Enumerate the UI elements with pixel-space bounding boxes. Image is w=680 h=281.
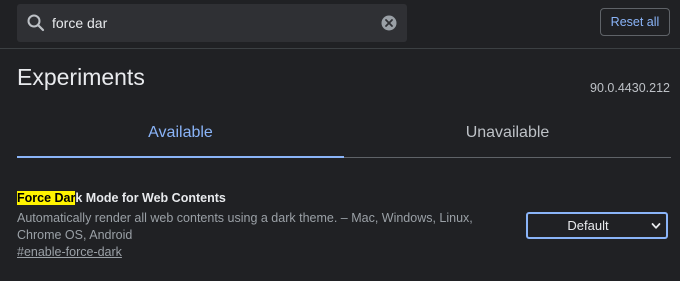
experiment-title: Force Dark Mode for Web Contents [17, 190, 671, 206]
experiment-item: Force Dark Mode for Web Contents Automat… [17, 190, 671, 259]
search-icon [27, 14, 45, 32]
top-bar: Reset all [0, 0, 680, 49]
version-label: 90.0.4430.212 [590, 81, 670, 95]
tab-available[interactable]: Available [17, 110, 344, 158]
search-box[interactable] [17, 4, 407, 42]
experiment-permalink[interactable]: #enable-force-dark [17, 245, 122, 259]
search-input[interactable] [52, 8, 372, 38]
experiment-description: Automatically render all web contents us… [17, 211, 473, 242]
experiment-title-rest: k Mode for Web Contents [75, 191, 226, 205]
chevron-down-icon [651, 223, 661, 229]
tab-unavailable[interactable]: Unavailable [344, 110, 671, 157]
select-value: Default [567, 218, 609, 233]
clear-icon[interactable] [381, 15, 397, 31]
reset-all-button[interactable]: Reset all [600, 8, 670, 36]
tab-bar: Available Unavailable [17, 110, 671, 158]
experiment-state-select[interactable]: Default [526, 212, 668, 239]
search-highlight: Force Dar [17, 191, 76, 205]
page-title: Experiments [17, 64, 145, 90]
